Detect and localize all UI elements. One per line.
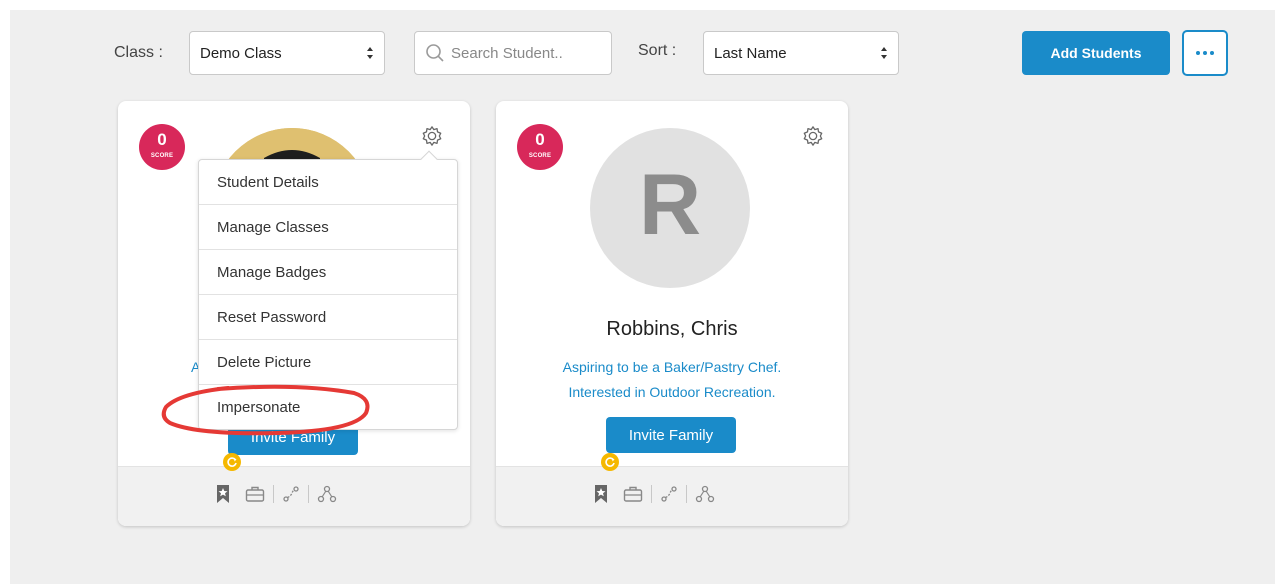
search-input[interactable] bbox=[451, 44, 601, 62]
sort-label: Sort : bbox=[638, 42, 677, 59]
pathway-icon[interactable] bbox=[660, 485, 678, 503]
pathway-icon[interactable] bbox=[282, 485, 300, 503]
refresh-icon[interactable] bbox=[223, 453, 241, 471]
sort-select-value: Last Name bbox=[714, 44, 787, 62]
score-badge: 0 SCORE bbox=[139, 124, 185, 170]
highlight-ring-annotation bbox=[161, 384, 370, 436]
interest-text: Interested in Outdoor Recreation. bbox=[568, 384, 776, 400]
score-label: SCORE bbox=[150, 153, 174, 159]
more-options-button[interactable] bbox=[1182, 30, 1228, 76]
sort-select[interactable]: Last Name bbox=[703, 31, 899, 75]
search-icon bbox=[426, 44, 444, 62]
avatar[interactable]: R bbox=[590, 128, 750, 288]
more-icon bbox=[1196, 51, 1200, 55]
add-students-button[interactable]: Add Students bbox=[1022, 31, 1170, 75]
briefcase-icon[interactable] bbox=[623, 485, 643, 503]
badge-icon[interactable] bbox=[593, 484, 609, 504]
class-select-value: Demo Class bbox=[200, 44, 282, 62]
invite-family-button[interactable]: Invite Family bbox=[606, 417, 736, 453]
select-arrows-icon bbox=[881, 47, 887, 59]
select-arrows-icon bbox=[367, 47, 373, 59]
card-actions bbox=[593, 484, 715, 504]
search-box[interactable] bbox=[414, 31, 612, 75]
menu-item-reset-password[interactable]: Reset Password bbox=[199, 295, 457, 340]
class-label: Class : bbox=[114, 44, 163, 61]
refresh-icon[interactable] bbox=[601, 453, 619, 471]
gear-icon[interactable] bbox=[421, 125, 443, 147]
score-value: 0 bbox=[157, 130, 167, 149]
menu-item-student-details[interactable]: Student Details bbox=[199, 160, 457, 205]
card-footer bbox=[496, 453, 848, 526]
class-select[interactable]: Demo Class bbox=[189, 31, 385, 75]
badge-icon[interactable] bbox=[215, 484, 231, 504]
network-icon[interactable] bbox=[317, 485, 337, 503]
avatar-initial: R bbox=[638, 157, 702, 253]
card-actions bbox=[215, 484, 337, 504]
aspiration-text: Aspiring to be a Baker/Pastry Chef. bbox=[562, 359, 782, 375]
card-footer bbox=[118, 453, 470, 526]
briefcase-icon[interactable] bbox=[245, 485, 265, 503]
score-badge: 0 SCORE bbox=[517, 124, 563, 170]
menu-item-manage-badges[interactable]: Manage Badges bbox=[199, 250, 457, 295]
menu-item-manage-classes[interactable]: Manage Classes bbox=[199, 205, 457, 250]
score-label: SCORE bbox=[528, 153, 552, 159]
student-name: Robbins, Chris bbox=[606, 318, 738, 340]
network-icon[interactable] bbox=[695, 485, 715, 503]
student-card: 0 SCORE R Robbins, Chris Aspiring to be … bbox=[496, 101, 848, 526]
gear-icon[interactable] bbox=[802, 125, 824, 147]
menu-item-delete-picture[interactable]: Delete Picture bbox=[199, 340, 457, 385]
score-value: 0 bbox=[535, 130, 545, 149]
